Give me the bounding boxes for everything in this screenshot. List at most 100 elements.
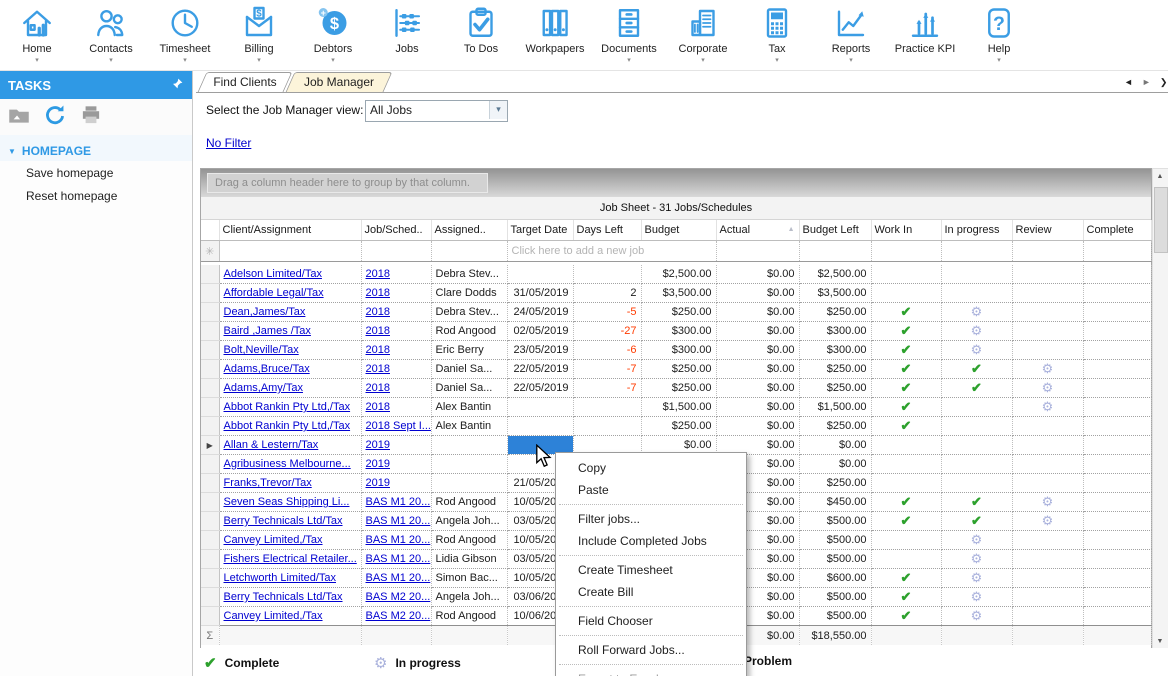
client-link[interactable]: Canvey Limited,/Tax [224, 610, 323, 622]
cell-assigned[interactable] [431, 455, 507, 474]
cell-review[interactable] [1012, 474, 1083, 493]
scroll-thumb[interactable] [1154, 187, 1168, 253]
cell-workin[interactable]: ✔ [871, 417, 941, 436]
cell-target-date[interactable]: 22/05/2019 [507, 379, 573, 398]
cell-inprogress[interactable]: ⚙ [941, 550, 1012, 569]
context-menu-item-roll-forward-jobs[interactable]: Roll Forward Jobs... [556, 639, 746, 661]
toolbar-item-reports[interactable]: Reports▾ [814, 3, 888, 64]
cell-review[interactable] [1012, 531, 1083, 550]
cell-complete[interactable] [1083, 284, 1151, 303]
cell-actual[interactable]: $0.00 [716, 284, 799, 303]
cell-complete[interactable] [1083, 474, 1151, 493]
cell-inprogress[interactable]: ⚙ [941, 607, 1012, 626]
cell-budget[interactable]: $1,500.00 [641, 398, 716, 417]
cell-review[interactable] [1012, 322, 1083, 341]
toolbar-item-corporate[interactable]: Corporate▾ [666, 3, 740, 64]
cell-workin[interactable]: ✔ [871, 607, 941, 626]
row-selector[interactable] [201, 607, 219, 626]
cell-inprogress[interactable]: ⚙ [941, 303, 1012, 322]
cell-assigned[interactable]: Angela Joh... [431, 588, 507, 607]
cell-empty[interactable] [871, 241, 941, 262]
column-header-target-date[interactable]: Target Date [507, 220, 573, 241]
cell-assigned[interactable]: Rod Angood [431, 531, 507, 550]
client-link[interactable]: Berry Technicals Ltd/Tax [224, 515, 343, 527]
toolbar-item-documents[interactable]: Documents▾ [592, 3, 666, 64]
context-menu-item-create-bill[interactable]: Create Bill [556, 581, 746, 603]
job-link[interactable]: 2018 [366, 344, 390, 356]
cell-days-left[interactable]: -7 [573, 360, 641, 379]
cell-review[interactable]: ⚙ [1012, 360, 1083, 379]
job-link[interactable]: 2018 [366, 325, 390, 337]
column-header-selector[interactable] [201, 220, 219, 241]
cell-budget-left[interactable]: $250.00 [799, 303, 871, 322]
cell-inprogress[interactable] [941, 265, 1012, 284]
cell-target-date[interactable]: 24/05/2019 [507, 303, 573, 322]
cell-budget-left[interactable]: $2,500.00 [799, 265, 871, 284]
cell-target-date[interactable]: 22/05/2019 [507, 360, 573, 379]
cell-days-left[interactable] [573, 417, 641, 436]
toolbar-item-practice-kpi[interactable]: Practice KPI [888, 3, 962, 64]
cell-complete[interactable] [1083, 398, 1151, 417]
cell-inprogress[interactable] [941, 284, 1012, 303]
sidebar-section-homepage[interactable]: ▼ HOMEPAGE [0, 135, 192, 161]
cell-days-left[interactable]: -7 [573, 379, 641, 398]
cell-complete[interactable] [1083, 588, 1151, 607]
client-link[interactable]: Berry Technicals Ltd/Tax [224, 591, 343, 603]
cell-complete[interactable] [1083, 455, 1151, 474]
cell-workin[interactable] [871, 284, 941, 303]
cell-complete[interactable] [1083, 322, 1151, 341]
vertical-scrollbar[interactable]: ▲ ▼ [1152, 168, 1168, 651]
cell-actual[interactable]: $0.00 [716, 417, 799, 436]
row-selector[interactable] [201, 550, 219, 569]
client-link[interactable]: Abbot Rankin Pty Ltd,/Tax [224, 420, 351, 432]
cell-budget-left[interactable]: $500.00 [799, 607, 871, 626]
add-new-job-row[interactable]: ✳Click here to add a new job [201, 241, 1151, 262]
cell-assigned[interactable]: Debra Stev... [431, 265, 507, 284]
cell-budget-left[interactable]: $0.00 [799, 455, 871, 474]
cell-review[interactable]: ⚙ [1012, 512, 1083, 531]
cell-budget-left[interactable]: $300.00 [799, 322, 871, 341]
toolbar-item-timesheet[interactable]: Timesheet▾ [148, 3, 222, 64]
cell-inprogress[interactable]: ✔ [941, 493, 1012, 512]
cell-inprogress[interactable]: ⚙ [941, 322, 1012, 341]
cell-complete[interactable] [1083, 360, 1151, 379]
cell-workin[interactable]: ✔ [871, 379, 941, 398]
row-selector[interactable] [201, 265, 219, 284]
cell-assigned[interactable] [431, 474, 507, 493]
cell-days-left[interactable]: -27 [573, 322, 641, 341]
sidebar-item-save-homepage[interactable]: Save homepage [0, 161, 192, 184]
client-link[interactable]: Letchworth Limited/Tax [224, 572, 337, 584]
cell-target-date[interactable] [507, 265, 573, 284]
client-link[interactable]: Seven Seas Shipping Li... [224, 496, 350, 508]
print-icon[interactable] [78, 102, 104, 133]
cell-assigned[interactable]: Alex Bantin [431, 398, 507, 417]
cell-budget-left[interactable]: $450.00 [799, 493, 871, 512]
cell-review[interactable] [1012, 455, 1083, 474]
cell-assigned[interactable] [431, 436, 507, 455]
cell-review[interactable] [1012, 265, 1083, 284]
job-link[interactable]: 2018 [366, 268, 390, 280]
cell-assigned[interactable]: Rod Angood [431, 493, 507, 512]
cell-budget-left[interactable]: $500.00 [799, 531, 871, 550]
cell-review[interactable] [1012, 303, 1083, 322]
cell-inprogress[interactable]: ✔ [941, 512, 1012, 531]
cell-inprogress[interactable] [941, 474, 1012, 493]
cell-target-date[interactable]: 23/05/2019 [507, 341, 573, 360]
cell-days-left[interactable]: -5 [573, 303, 641, 322]
cell-target-date[interactable] [507, 417, 573, 436]
context-menu-item-create-timesheet[interactable]: Create Timesheet [556, 559, 746, 581]
toolbar-item-billing[interactable]: $Billing▾ [222, 3, 296, 64]
cell-complete[interactable] [1083, 303, 1151, 322]
cell-assigned[interactable]: Rod Angood [431, 322, 507, 341]
add-new-job-hint[interactable]: Click here to add a new job [507, 241, 716, 262]
row-selector[interactable] [201, 493, 219, 512]
column-header-job-sched[interactable]: Job/Sched.. [361, 220, 431, 241]
cell-workin[interactable]: ✔ [871, 398, 941, 417]
client-link[interactable]: Adams,Amy/Tax [224, 382, 303, 394]
toolbar-item-jobs[interactable]: Jobs [370, 3, 444, 64]
cell-workin[interactable]: ✔ [871, 493, 941, 512]
cell-workin[interactable]: ✔ [871, 303, 941, 322]
client-link[interactable]: Dean,James/Tax [224, 306, 306, 318]
client-link[interactable]: Agribusiness Melbourne... [224, 458, 351, 470]
client-link[interactable]: Baird ,James /Tax [224, 325, 311, 337]
